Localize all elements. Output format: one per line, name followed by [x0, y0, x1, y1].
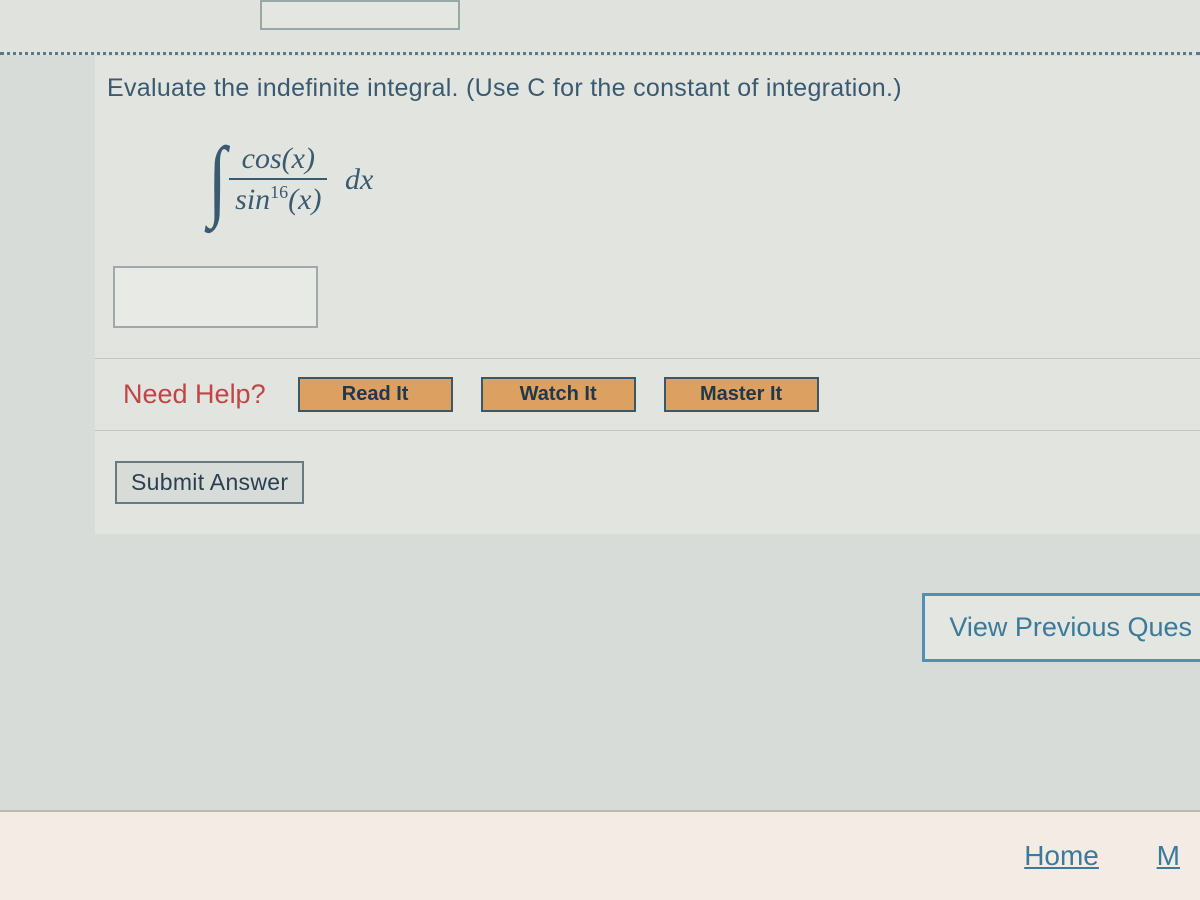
differential: dx: [345, 163, 373, 197]
answer-input[interactable]: [113, 266, 318, 328]
top-fragment: [0, 0, 1200, 55]
fraction-denominator: sin16(x): [229, 180, 327, 217]
submit-row: Submit Answer: [95, 431, 1200, 534]
master-it-button[interactable]: Master It: [664, 377, 819, 412]
integral-sign-icon: ∫: [208, 128, 226, 231]
watch-it-button[interactable]: Watch It: [481, 377, 636, 412]
denom-arg: (x): [288, 183, 321, 216]
read-it-button[interactable]: Read It: [298, 377, 453, 412]
footer-links: Home M: [1024, 840, 1180, 872]
top-partial-input[interactable]: [260, 0, 460, 30]
need-help-label: Need Help?: [123, 379, 266, 410]
denom-exponent: 16: [270, 182, 288, 202]
question-prompt: Evaluate the indefinite integral. (Use C…: [95, 66, 1200, 123]
integral-expression: ∫ cos(x) sin16(x) dx: [95, 123, 1200, 251]
question-panel: Evaluate the indefinite integral. (Use C…: [95, 56, 1200, 534]
view-previous-question-button[interactable]: View Previous Ques: [922, 593, 1200, 662]
fraction-numerator: cos(x): [229, 142, 327, 180]
footer: Home M: [0, 810, 1200, 900]
m-link[interactable]: M: [1157, 840, 1180, 871]
integral-fraction: cos(x) sin16(x): [229, 142, 327, 217]
help-row: Need Help? Read It Watch It Master It: [95, 358, 1200, 431]
home-link[interactable]: Home: [1024, 840, 1099, 871]
denom-base: sin: [235, 183, 270, 216]
submit-answer-button[interactable]: Submit Answer: [115, 461, 304, 504]
